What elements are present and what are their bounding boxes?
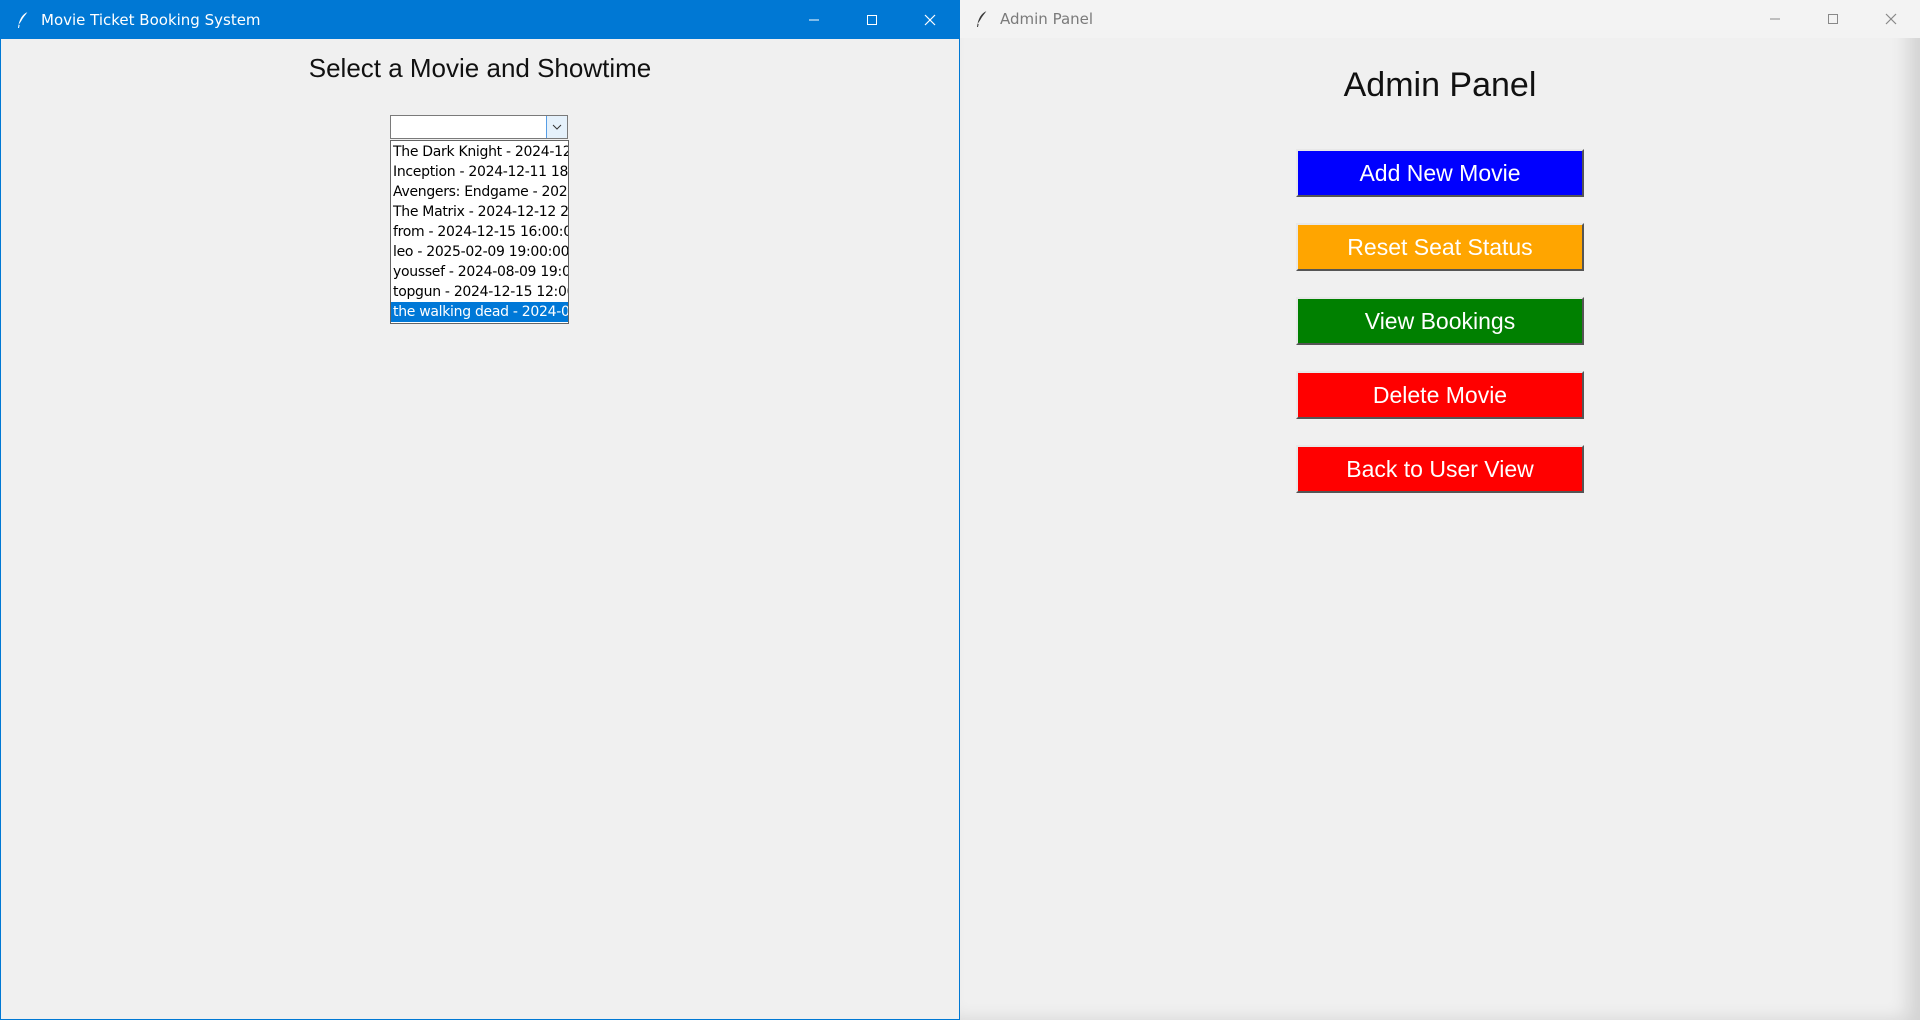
booking-client-area: Select a Movie and Showtime The Dark Kni…	[1, 39, 959, 1019]
showtime-dropdown-list[interactable]: The Dark Knight - 2024-12- Inception - 20…	[390, 140, 569, 324]
admin-titlebar[interactable]: Admin Panel	[960, 0, 1920, 38]
showtime-option[interactable]: youssef - 2024-08-09 19:00	[391, 262, 568, 282]
admin-heading: Admin Panel	[1343, 66, 1537, 104]
minimize-icon[interactable]	[1746, 0, 1804, 38]
add-movie-button[interactable]: Add New Movie	[1296, 149, 1584, 197]
showtime-option[interactable]: leo - 2025-02-09 19:00:00	[391, 242, 568, 262]
showtime-option[interactable]: topgun - 2024-12-15 12:00	[391, 282, 568, 302]
maximize-icon[interactable]	[1804, 0, 1862, 38]
chevron-down-icon[interactable]	[546, 116, 567, 138]
feather-icon	[13, 10, 33, 30]
maximize-icon[interactable]	[843, 1, 901, 39]
showtime-option[interactable]: Inception - 2024-12-11 18:	[391, 162, 568, 182]
reset-seat-status-button[interactable]: Reset Seat Status	[1296, 223, 1584, 271]
back-to-user-view-button[interactable]: Back to User View	[1296, 445, 1584, 493]
showtime-option[interactable]: The Matrix - 2024-12-12 21	[391, 202, 568, 222]
booking-titlebar[interactable]: Movie Ticket Booking System	[1, 1, 959, 39]
showtime-option[interactable]: the walking dead - 2024-0	[391, 302, 568, 322]
window-title: Movie Ticket Booking System	[41, 11, 261, 29]
minimize-icon[interactable]	[785, 1, 843, 39]
close-icon[interactable]	[901, 1, 959, 39]
showtime-option[interactable]: Avengers: Endgame - 2024	[391, 182, 568, 202]
showtime-option[interactable]: The Dark Knight - 2024-12-	[391, 142, 568, 162]
showtime-option[interactable]: from - 2024-12-15 16:00:0	[391, 222, 568, 242]
close-icon[interactable]	[1862, 0, 1920, 38]
feather-icon	[972, 9, 992, 29]
delete-movie-button[interactable]: Delete Movie	[1296, 371, 1584, 419]
booking-window: Movie Ticket Booking System Select a Mov…	[0, 0, 960, 1020]
window-title: Admin Panel	[1000, 10, 1094, 28]
admin-window: Admin Panel Admin Panel Add New Movie Re…	[960, 0, 1920, 1020]
admin-client-area: Admin Panel Add New Movie Reset Seat Sta…	[960, 38, 1920, 1020]
showtime-combobox[interactable]	[390, 115, 568, 139]
page-title: Select a Movie and Showtime	[308, 53, 652, 83]
view-bookings-button[interactable]: View Bookings	[1296, 297, 1584, 345]
